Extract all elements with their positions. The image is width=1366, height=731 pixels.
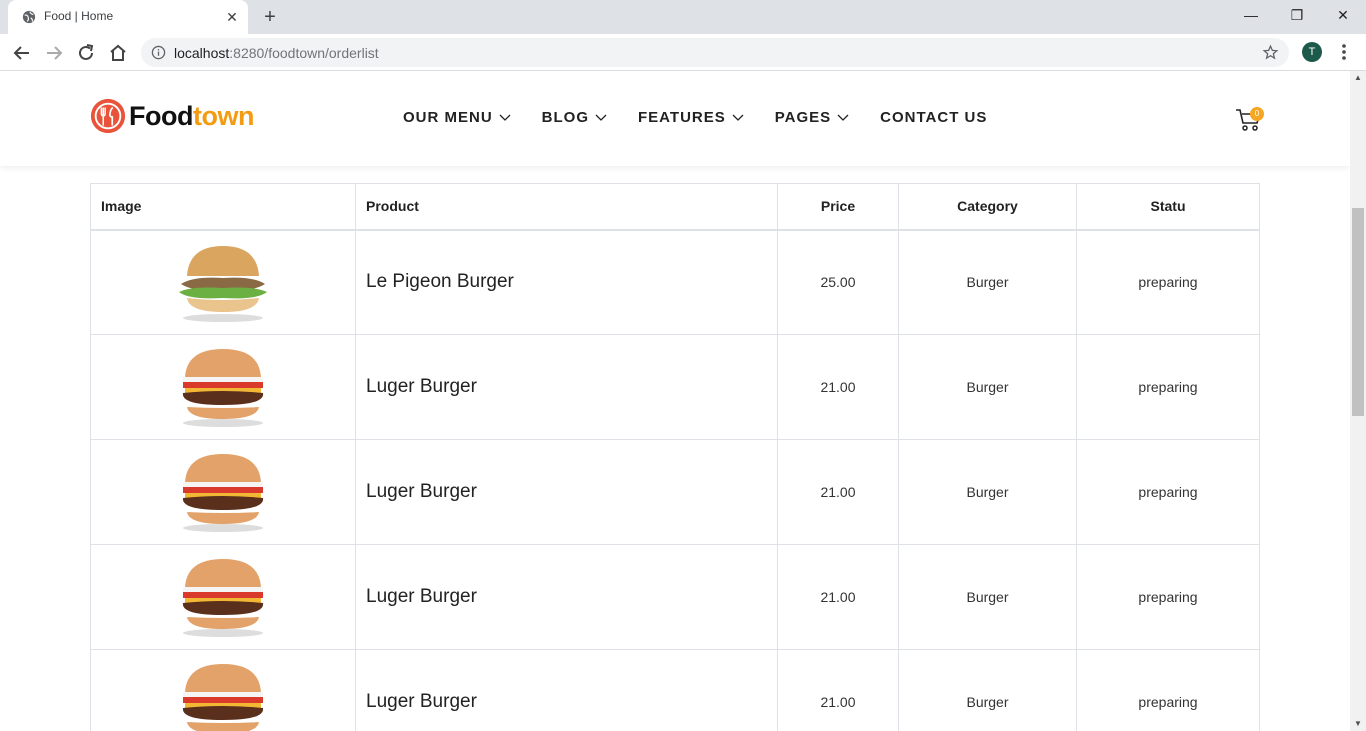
category: Burger	[898, 334, 1077, 440]
close-tab-icon[interactable]: ✕	[224, 9, 240, 25]
new-tab-icon[interactable]: +	[260, 7, 280, 27]
status: preparing	[1076, 334, 1260, 440]
table-row: Luger Burger 21.00 Burger preparing	[90, 544, 1260, 650]
table-row: Le Pigeon Burger 25.00 Burger preparing	[90, 229, 1260, 335]
nav-features[interactable]: FEATURES	[638, 109, 744, 126]
browser-toolbar: localhost:8280/foodtown/orderlist T	[0, 34, 1366, 71]
site-header: Foodtown OUR MENU BLOG FEATURES PAGES CO…	[0, 71, 1350, 166]
profile-avatar[interactable]: T	[1302, 42, 1322, 62]
status: preparing	[1076, 649, 1260, 731]
scroll-up-arrow-icon[interactable]: ▲	[1350, 71, 1366, 85]
pigeon-burger-icon	[179, 246, 267, 323]
back-arrow-icon[interactable]	[10, 41, 34, 65]
fork-knife-logo-icon	[90, 98, 126, 134]
reload-icon[interactable]	[74, 41, 98, 65]
nav-our-menu[interactable]: OUR MENU	[403, 109, 511, 126]
scroll-down-arrow-icon[interactable]: ▼	[1350, 717, 1366, 731]
browser-tab-strip: Food | Home ✕ + — ❐ ✕	[0, 0, 1366, 34]
forward-arrow-icon[interactable]	[42, 41, 66, 65]
product-name: Luger Burger	[355, 334, 778, 440]
page-viewport: Foodtown OUR MENU BLOG FEATURES PAGES CO…	[0, 71, 1350, 731]
chevron-down-icon	[499, 114, 511, 121]
main-navigation: OUR MENU BLOG FEATURES PAGES CONTACT US	[403, 109, 1018, 126]
category: Burger	[898, 649, 1077, 731]
home-icon[interactable]	[106, 41, 130, 65]
category: Burger	[898, 229, 1077, 335]
scrollbar-thumb[interactable]	[1352, 208, 1364, 416]
close-window-icon[interactable]: ✕	[1320, 0, 1366, 30]
site-logo[interactable]: Foodtown	[89, 96, 254, 136]
chevron-down-icon	[595, 114, 607, 121]
category: Burger	[898, 544, 1077, 650]
product-name: Luger Burger	[355, 439, 778, 545]
price: 21.00	[777, 334, 899, 440]
nav-pages[interactable]: PAGES	[775, 109, 849, 126]
table-header-row: Image Product Price Category Statu	[90, 183, 1260, 231]
product-name: Le Pigeon Burger	[355, 229, 778, 335]
luger-burger-icon	[182, 349, 264, 427]
luger-burger-icon	[182, 454, 264, 532]
header-product: Product	[355, 183, 778, 231]
status: preparing	[1076, 544, 1260, 650]
more-options-icon[interactable]	[1336, 42, 1352, 62]
globe-icon	[22, 10, 36, 24]
price: 25.00	[777, 229, 899, 335]
nav-contact-us[interactable]: CONTACT US	[880, 109, 987, 126]
chevron-down-icon	[732, 114, 744, 121]
header-price: Price	[777, 183, 899, 231]
price: 21.00	[777, 439, 899, 545]
price: 21.00	[777, 649, 899, 731]
bookmark-star-icon[interactable]	[1262, 44, 1279, 61]
url-text: localhost:8280/foodtown/orderlist	[174, 45, 379, 61]
luger-burger-icon	[182, 559, 264, 637]
logo-text: Foodtown	[129, 100, 254, 131]
product-name: Luger Burger	[355, 649, 778, 731]
address-bar[interactable]: localhost:8280/foodtown/orderlist	[141, 38, 1289, 67]
cart-count-badge: 0	[1250, 107, 1264, 121]
status: preparing	[1076, 229, 1260, 335]
browser-tab[interactable]: Food | Home ✕	[8, 0, 248, 34]
vertical-scrollbar[interactable]: ▲ ▼	[1350, 71, 1366, 731]
order-list-table: Image Product Price Category Statu Le Pi…	[90, 183, 1260, 731]
chevron-down-icon	[837, 114, 849, 121]
table-row: Luger Burger 21.00 Burger preparing	[90, 649, 1260, 731]
info-icon[interactable]	[151, 45, 166, 60]
luger-burger-icon	[182, 664, 264, 731]
table-row: Luger Burger 21.00 Burger preparing	[90, 334, 1260, 440]
restore-icon[interactable]: ❐	[1274, 0, 1320, 30]
header-category: Category	[898, 183, 1077, 231]
product-name: Luger Burger	[355, 544, 778, 650]
tab-title: Food | Home	[44, 9, 114, 23]
category: Burger	[898, 439, 1077, 545]
status: preparing	[1076, 439, 1260, 545]
nav-blog[interactable]: BLOG	[542, 109, 607, 126]
header-status: Statu	[1076, 183, 1260, 231]
minimize-icon[interactable]: —	[1228, 0, 1274, 30]
header-image: Image	[90, 183, 356, 231]
table-row: Luger Burger 21.00 Burger preparing	[90, 439, 1260, 545]
price: 21.00	[777, 544, 899, 650]
